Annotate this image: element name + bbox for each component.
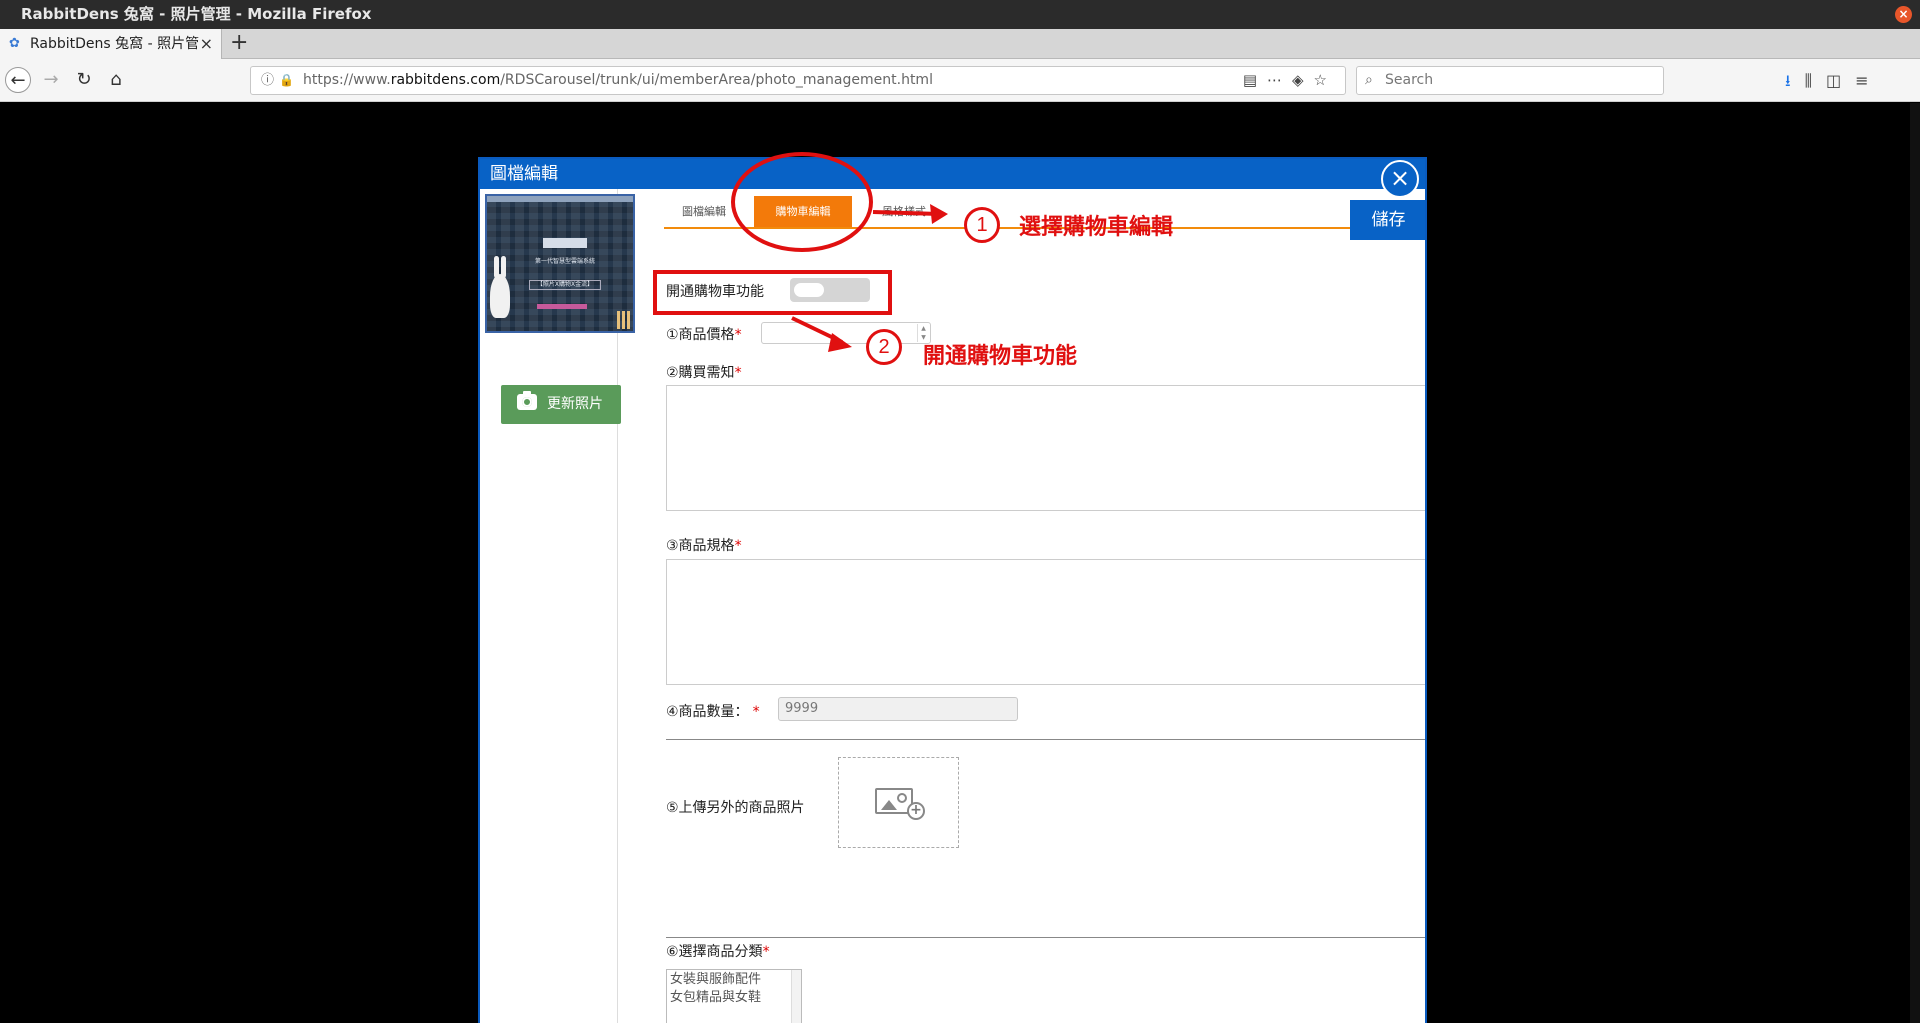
tab-style[interactable]: 風格樣式	[864, 196, 944, 227]
upload-extra-label: ⑤上傳另外的商品照片	[666, 800, 805, 816]
annotation-text-2: 開通購物車功能	[923, 344, 1078, 369]
category-option[interactable]: 女包精品與女鞋	[670, 989, 798, 1007]
annotation-number-1: 1	[964, 207, 1000, 243]
modal-header: 圖檔編輯	[480, 159, 1425, 189]
forward-arrow-icon[interactable]: →	[38, 67, 64, 93]
new-tab-icon[interactable]: +	[230, 29, 248, 57]
upload-photo-dropzone[interactable]: +	[838, 757, 959, 848]
pocket-icon[interactable]: ◈	[1292, 71, 1314, 89]
annotation-text-1: 選擇購物車編輯	[1019, 215, 1174, 240]
tab-title: RabbitDens 兔窩 - 照片管	[30, 36, 200, 52]
window-close-icon[interactable]: ×	[1895, 6, 1912, 23]
window-title: RabbitDens 兔窩 - 照片管理 - Mozilla Firefox	[21, 5, 372, 23]
tab-close-icon[interactable]: ×	[200, 29, 213, 59]
spec-label: ③商品規格*	[666, 538, 742, 554]
annotation-ellipse	[731, 152, 873, 252]
modal-title: 圖檔編輯	[490, 164, 558, 184]
photo-thumbnail: 第一代智慧型雲端系統 【照片X購物X金流】	[485, 194, 635, 333]
lock-icon: 🔒	[279, 73, 294, 87]
camera-icon	[517, 391, 537, 410]
url-host: rabbitdens.com	[390, 72, 501, 88]
image-edit-modal: 圖檔編輯 第一代智慧型雲端系統 【照片X購物X金流】 更新照片 圖檔編輯 購物車…	[478, 157, 1427, 1023]
modal-left-column: 第一代智慧型雲端系統 【照片X購物X金流】 更新照片	[480, 189, 635, 1023]
reader-view-icon[interactable]: ▤	[1243, 71, 1267, 89]
category-select[interactable]: 女裝與服飾配件 女包精品與女鞋	[666, 969, 802, 1023]
annotation-rect	[653, 270, 892, 315]
library-icon[interactable]: ⫼	[1805, 71, 1826, 90]
tab-strip: ✿ RabbitDens 兔窩 - 照片管 × +	[0, 29, 1920, 59]
reload-icon[interactable]: ↻	[71, 67, 97, 93]
page-actions-icon[interactable]: ⋯	[1267, 71, 1292, 89]
thumbnail-tagline: 【照片X購物X金流】	[529, 280, 601, 290]
product-spec-textarea[interactable]	[666, 559, 1425, 685]
nav-toolbar: ← → ↻ ⌂ ⓘ 🔒 https://www.rabbitdens.com/R…	[0, 59, 1920, 102]
refresh-photo-label: 更新照片	[547, 396, 603, 412]
annotation-number-2: 2	[866, 329, 902, 365]
price-input[interactable]: ▲ ▼	[761, 322, 931, 344]
back-arrow-icon[interactable]: ←	[5, 67, 31, 93]
thumbnail-background	[487, 202, 633, 331]
thumbnail-caption: 第一代智慧型雲端系統	[534, 258, 595, 265]
category-label: ⑥選擇商品分類*	[666, 944, 770, 960]
url-path: /RDSCarousel/trunk/ui/memberArea/photo_m…	[500, 72, 933, 88]
menu-icon[interactable]: ≡	[1855, 71, 1882, 90]
rabbit-favicon-icon: ✿	[9, 36, 20, 51]
url-prefix: https://www.	[303, 72, 391, 88]
search-input[interactable]: ⌕ Search	[1356, 66, 1664, 95]
thumbnail-rabbit	[490, 256, 510, 318]
category-option[interactable]: 女裝與服飾配件	[670, 971, 798, 989]
thumbnail-candles	[617, 311, 631, 329]
page-actions: ▤⋯◈☆	[1243, 67, 1337, 94]
search-icon: ⌕	[1365, 72, 1373, 88]
window-titlebar: RabbitDens 兔窩 - 照片管理 - Mozilla Firefox ×	[0, 0, 1920, 29]
home-icon[interactable]: ⌂	[103, 67, 129, 93]
browser-tab[interactable]: ✿ RabbitDens 兔窩 - 照片管 ×	[0, 29, 222, 59]
thumbnail-logo	[543, 238, 587, 248]
bookmark-star-icon[interactable]: ☆	[1314, 71, 1337, 89]
modal-close-button[interactable]: ×	[1381, 160, 1419, 198]
quantity-label: ④商品數量： *	[666, 704, 760, 720]
purchase-notice-textarea[interactable]	[666, 385, 1425, 511]
divider	[666, 739, 1425, 740]
download-icon[interactable]: ⭳	[1785, 71, 1805, 90]
notice-label: ②購買需知*	[666, 365, 742, 381]
toolbar-icons: ⭳⫼◫≡	[1785, 70, 1883, 97]
add-icon: +	[907, 802, 925, 820]
quantity-input[interactable]: 9999	[778, 697, 1018, 721]
url-bar[interactable]: ⓘ 🔒 https://www.rabbitdens.com/RDSCarous…	[250, 66, 1346, 95]
price-label: ①商品價格*	[666, 327, 742, 343]
thumbnail-pink-bar	[537, 304, 587, 309]
page-scrollbar[interactable]	[1910, 103, 1920, 1023]
search-placeholder: Search	[1385, 72, 1434, 88]
refresh-photo-button[interactable]: 更新照片	[501, 385, 621, 424]
category-scrollbar[interactable]	[791, 970, 801, 1023]
sidebar-icon[interactable]: ◫	[1826, 71, 1855, 90]
save-button[interactable]: 儲存	[1350, 200, 1425, 240]
info-icon[interactable]: ⓘ	[261, 67, 274, 94]
divider	[666, 937, 1425, 938]
